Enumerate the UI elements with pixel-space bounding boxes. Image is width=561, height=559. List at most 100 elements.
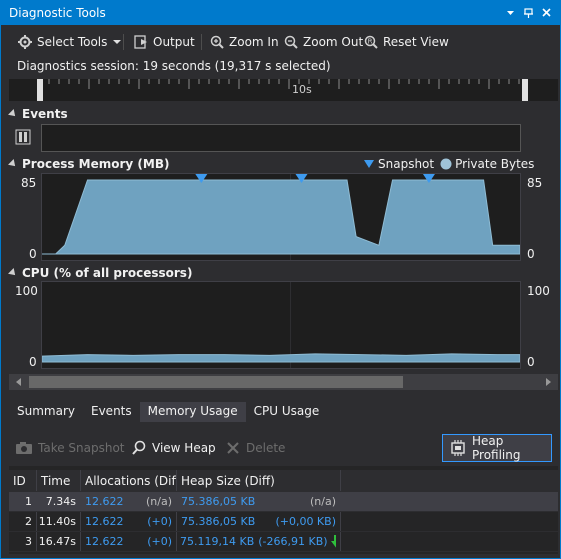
header-heap-size[interactable]: Heap Size (Diff) — [177, 470, 341, 491]
events-track[interactable] — [41, 124, 521, 152]
delete-icon — [227, 442, 239, 454]
selection-handle-right[interactable] — [522, 79, 528, 101]
cell-id: 1 — [9, 492, 37, 511]
collapse-triangle-icon — [8, 268, 18, 278]
private-bytes-area — [42, 179, 520, 255]
header-time[interactable]: Time — [37, 470, 81, 491]
zoom-out-label: Zoom Out — [303, 35, 364, 49]
camera-icon — [16, 442, 32, 454]
memory-y-min-right: 0 — [527, 247, 535, 261]
cpu-chart[interactable] — [41, 281, 521, 369]
detail-tabs: Summary Events Memory Usage CPU Usage — [9, 402, 558, 422]
tab-memory-usage[interactable]: Memory Usage — [139, 402, 246, 422]
select-tools-button[interactable]: Select Tools — [17, 32, 127, 52]
legend-private-bytes-label: Private Bytes — [455, 157, 535, 171]
dropdown-icon[interactable] — [503, 5, 518, 20]
allocations-diff-link[interactable]: (+0) — [147, 535, 172, 548]
tab-cpu-usage[interactable]: CPU Usage — [246, 402, 328, 422]
memory-y-max-left: 85 — [21, 176, 37, 190]
allocations-diff-link[interactable]: (+0) — [147, 515, 172, 528]
close-icon[interactable] — [539, 5, 554, 20]
heap-diff: (n/a) — [309, 495, 336, 508]
cpu-section-header[interactable]: CPU (% of all processors) — [8, 265, 193, 281]
selection-handle-left[interactable] — [37, 79, 43, 101]
ruler-tick-label: 10s — [292, 83, 312, 96]
heap-size-link[interactable]: 75.386,05 KB — [181, 495, 255, 508]
output-button[interactable]: Output — [133, 32, 195, 52]
memory-legend: Snapshot Private Bytes — [363, 155, 534, 173]
collapse-triangle-icon — [8, 109, 18, 119]
tab-summary[interactable]: Summary — [9, 402, 83, 422]
view-heap-button[interactable]: View Heap — [131, 438, 216, 458]
cpu-y-min-left: 0 — [29, 355, 37, 369]
svg-text:R: R — [368, 38, 373, 46]
collapse-triangle-icon — [8, 159, 18, 169]
take-snapshot-label: Take Snapshot — [38, 441, 125, 455]
header-id[interactable]: ID — [9, 470, 37, 491]
snapshot-legend-icon — [364, 160, 374, 168]
scroll-left-icon[interactable] — [11, 374, 27, 390]
toolbar-separator — [123, 34, 124, 50]
cpu-title: CPU (% of all processors) — [22, 266, 193, 280]
events-title: Events — [22, 107, 68, 121]
gear-icon — [18, 35, 32, 49]
scrollbar-thumb[interactable] — [29, 376, 403, 388]
zoom-out-button[interactable]: Zoom Out — [283, 32, 363, 52]
zoom-in-icon — [210, 35, 224, 49]
cell-allocations: 12.622 (n/a) — [81, 492, 177, 511]
break-events-icon[interactable] — [15, 129, 31, 145]
memory-title: Process Memory (MB) — [22, 157, 170, 171]
events-section-header[interactable]: Events — [8, 106, 68, 122]
search-icon — [132, 440, 146, 455]
zoom-in-label: Zoom In — [229, 35, 279, 49]
table-row[interactable]: 2 11.40s 12.622 (+0) 75.386,05 KB (+0,00… — [9, 512, 558, 532]
allocations-link[interactable]: 12.622 — [85, 535, 124, 548]
cell-heap-size: 75.386,05 KB (n/a) — [177, 492, 341, 511]
cell-time: 16.47s — [37, 532, 81, 551]
reset-view-label: Reset View — [383, 35, 449, 49]
memory-section-header[interactable]: Process Memory (MB) — [8, 156, 170, 172]
zoom-in-button[interactable]: Zoom In — [209, 32, 279, 52]
heap-profiling-label: Heap Profiling — [472, 434, 521, 462]
cpu-y-min-right: 0 — [527, 355, 535, 369]
timeline-scrollbar[interactable] — [9, 374, 558, 390]
scroll-right-icon[interactable] — [540, 374, 556, 390]
delete-label: Delete — [246, 441, 286, 455]
cell-time: 7.34s — [37, 492, 81, 511]
heap-size-link[interactable]: 75.386,05 KB — [181, 515, 255, 528]
cell-allocations: 12.622 (+0) — [81, 512, 177, 531]
title-bar: Diagnostic Tools — [1, 1, 560, 25]
cell-heap-size: 75.386,05 KB (+0,00 KB) — [177, 512, 341, 531]
tab-events[interactable]: Events — [83, 402, 140, 422]
reset-view-button[interactable]: R Reset View — [363, 32, 449, 52]
heap-diff-link[interactable]: (-266,91 KB) — [258, 535, 327, 548]
timeline-ruler[interactable]: 10s — [9, 79, 558, 101]
toolbar: Select Tools Output Zoom In Zoom Out R R… — [1, 29, 560, 55]
take-snapshot-button[interactable]: Take Snapshot — [15, 438, 125, 458]
allocations-link[interactable]: 12.622 — [85, 495, 124, 508]
table-row[interactable]: 1 7.34s 12.622 (n/a) 75.386,05 KB (n/a) — [9, 492, 558, 512]
cpu-y-max-left: 100 — [15, 284, 38, 298]
heap-diff-link[interactable]: (+0,00 KB) — [275, 515, 336, 528]
delete-button[interactable]: Delete — [225, 438, 285, 458]
output-label: Output — [153, 35, 195, 49]
memory-chart[interactable] — [41, 173, 521, 261]
heap-size-link[interactable]: 75.119,14 KB — [180, 535, 254, 548]
pin-icon[interactable] — [521, 5, 536, 20]
diagnostic-tools-window: Diagnostic Tools Select Tools Output Zoo… — [0, 0, 561, 559]
cpu-y-max-right: 100 — [527, 284, 550, 298]
reset-view-icon: R — [364, 35, 378, 49]
chip-icon — [451, 440, 465, 456]
session-status: Diagnostics session: 19 seconds (19,317 … — [17, 59, 331, 73]
cpu-area — [42, 353, 520, 363]
private-bytes-legend-icon — [440, 158, 452, 170]
legend-snapshot-label: Snapshot — [378, 157, 435, 171]
chevron-down-icon — [113, 40, 122, 44]
table-row[interactable]: 3 16.47s 12.622 (+0) 75.119,14 KB (-266,… — [9, 532, 558, 552]
header-allocations[interactable]: Allocations (Diff) — [81, 470, 177, 491]
allocations-link[interactable]: 12.622 — [85, 515, 124, 528]
cell-id: 2 — [9, 512, 37, 531]
cell-heap-size: 75.119,14 KB (-266,91 KB) — [177, 532, 341, 551]
heap-profiling-toggle[interactable]: Heap Profiling — [442, 434, 552, 462]
cpu-chart-svg — [42, 282, 520, 368]
